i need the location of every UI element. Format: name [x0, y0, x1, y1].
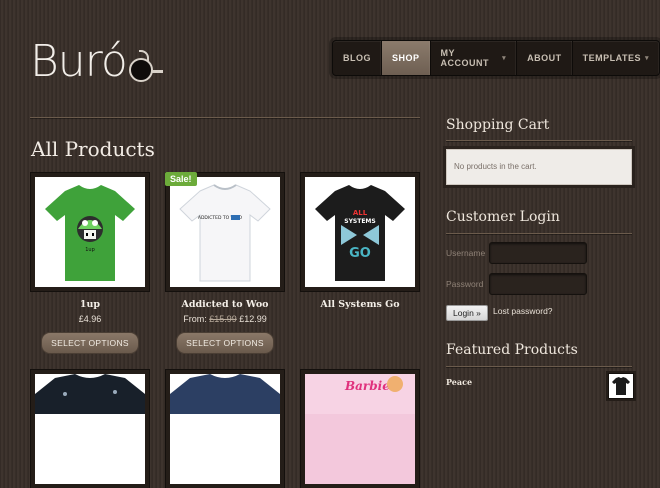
svg-text:1up: 1up	[85, 247, 95, 253]
nav-item-shop[interactable]: SHOP	[382, 41, 431, 75]
nav-item-blog[interactable]: BLOG	[333, 41, 382, 75]
product-card-1up: 1up 1up £4.96 SELECT OPTIONS	[31, 173, 149, 354]
product-image[interactable]: Barbie	[301, 370, 419, 488]
login-button[interactable]: Login »	[446, 305, 488, 321]
nav-item-my-account[interactable]: MY ACCOUNT ▾	[431, 41, 518, 75]
select-options-button[interactable]: SELECT OPTIONS	[41, 332, 139, 354]
product-name[interactable]: 1up	[31, 299, 149, 310]
nav-label: ABOUT	[527, 53, 562, 63]
nav-label: BLOG	[343, 53, 371, 63]
svg-text:ALL: ALL	[353, 209, 368, 217]
nav-label: SHOP	[392, 53, 420, 63]
green-tshirt-icon: 1up	[45, 185, 135, 281]
blue-tshirt-icon	[170, 374, 280, 414]
product-image[interactable]: ALL SYSTEMS GO	[301, 173, 419, 291]
divider	[446, 140, 632, 141]
coffee-cup-icon	[128, 50, 163, 84]
product-card-row2-2	[166, 370, 284, 488]
password-field[interactable]	[489, 273, 587, 295]
sale-price: £12.99	[239, 314, 267, 324]
white-tshirt-icon: ADDICTED TO WOO	[179, 184, 271, 282]
username-label: Username	[446, 248, 486, 258]
svg-text:GO: GO	[349, 246, 371, 261]
product-card-row2-3: Barbie	[301, 370, 419, 488]
product-image[interactable]	[166, 370, 284, 488]
cart-empty-text: No products in the cart.	[454, 162, 537, 171]
black-tshirt-icon: ALL SYSTEMS GO	[315, 185, 405, 281]
divider	[446, 366, 632, 367]
nav-label: TEMPLATES	[582, 53, 641, 63]
svg-text:Barbie: Barbie	[344, 379, 390, 393]
barbie-poster-icon: Barbie	[305, 374, 415, 414]
select-options-button[interactable]: SELECT OPTIONS	[176, 332, 274, 354]
nav-item-templates[interactable]: TEMPLATES ▾	[573, 41, 659, 75]
logo-text: Buró	[30, 36, 128, 87]
password-label: Password	[446, 279, 484, 289]
shopping-cart-heading: Shopping Cart	[446, 117, 550, 133]
product-card-addicted-to-woo: ADDICTED TO WOO Addicted to Woo From: £1…	[166, 173, 284, 354]
customer-login-heading: Customer Login	[446, 209, 560, 225]
cart-box: No products in the cart.	[446, 149, 632, 185]
divider	[30, 117, 420, 118]
product-image[interactable]: ADDICTED TO WOO	[166, 173, 284, 291]
featured-product-image[interactable]	[608, 373, 634, 399]
product-image[interactable]: 1up	[31, 173, 149, 291]
product-name[interactable]: Addicted to Woo	[166, 299, 284, 310]
price-prefix: From:	[183, 314, 207, 324]
chevron-down-icon: ▾	[644, 55, 649, 62]
divider	[446, 233, 632, 234]
nav-item-about[interactable]: ABOUT	[517, 41, 573, 75]
chevron-down-icon: ▾	[502, 55, 507, 62]
product-price: From: £15.99 £12.99	[166, 314, 284, 324]
product-name[interactable]: All Systems Go	[301, 299, 419, 310]
svg-text:SYSTEMS: SYSTEMS	[344, 218, 375, 225]
lost-password-link[interactable]: Lost password?	[493, 306, 553, 316]
featured-products-heading: Featured Products	[446, 342, 578, 358]
main-nav: BLOG SHOP MY ACCOUNT ▾ ABOUT TEMPLATES ▾	[332, 40, 660, 76]
nav-label: MY ACCOUNT	[440, 48, 490, 68]
username-field[interactable]	[489, 242, 587, 264]
tshirt-icon	[612, 377, 630, 395]
navy-tshirt-icon	[35, 374, 145, 414]
page-title: All Products	[31, 137, 155, 161]
product-card-all-systems-go: ALL SYSTEMS GO All Systems Go	[301, 173, 419, 310]
product-image[interactable]	[31, 370, 149, 488]
sale-badge: Sale!	[165, 172, 197, 186]
product-card-row2-1	[31, 370, 149, 488]
featured-product-name[interactable]: Peace	[446, 377, 472, 387]
product-price: £4.96	[78, 314, 102, 324]
old-price: £15.99	[209, 314, 237, 324]
site-logo[interactable]: Buró	[30, 34, 163, 87]
